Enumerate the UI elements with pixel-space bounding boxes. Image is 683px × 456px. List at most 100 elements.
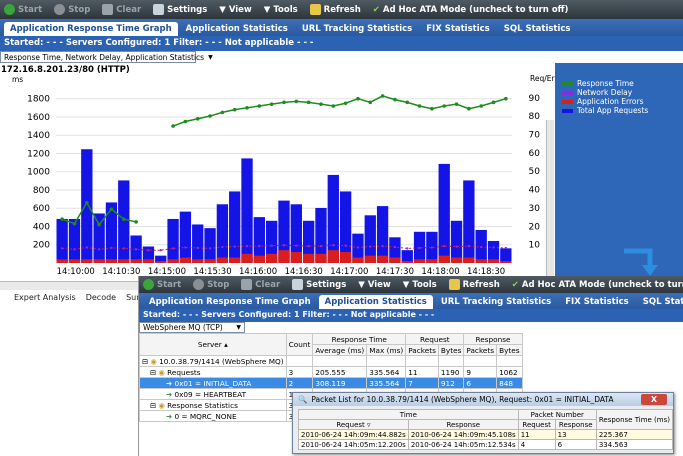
point-response-time <box>208 114 212 118</box>
left-axis-unit: ms <box>12 75 24 84</box>
toolbar-start-button[interactable]: Start <box>4 4 42 15</box>
collapse-icon[interactable]: ⊟ <box>150 401 156 410</box>
bar-total-app-requests <box>438 163 450 263</box>
tab-application-statistics[interactable]: Application Statistics <box>180 22 294 36</box>
protocol-select[interactable]: WebSphere MQ (TCP) ▼ <box>139 322 245 333</box>
point-network-delay <box>60 247 64 250</box>
col-rt-max[interactable]: Max (ms) <box>366 344 407 356</box>
point-network-delay <box>159 249 162 252</box>
main-tabbar: Application Response Time Graph Applicat… <box>0 19 683 36</box>
tab-response-time-graph[interactable]: Application Response Time Graph <box>143 295 317 309</box>
point-network-delay <box>319 244 323 248</box>
col-response-time[interactable]: Response Time (ms) <box>595 409 674 430</box>
col-resp-packets[interactable]: Packets <box>463 344 498 356</box>
tab-sql-statistics[interactable]: SQL Statistics <box>498 22 577 36</box>
col-time-response[interactable]: Response <box>407 419 519 430</box>
bar-application-errors <box>192 259 204 263</box>
point-network-delay <box>356 246 360 249</box>
col-count[interactable]: Count <box>285 333 314 356</box>
bar-application-errors <box>352 257 364 263</box>
point-response-time <box>245 106 249 110</box>
toolbar-tools-button[interactable]: ▼ Tools <box>403 280 437 290</box>
toolbar-refresh-button[interactable]: Refresh <box>309 4 361 15</box>
server-label: 172.16.8.201.23/80 (HTTP) <box>1 65 130 75</box>
tab-fix-statistics[interactable]: FIX Statistics <box>559 295 635 309</box>
toolbar-adhoc-checkbox[interactable]: ✔Ad Hoc ATA Mode (uncheck to turn off) <box>512 280 683 290</box>
toolbar-clear-button[interactable]: Clear <box>241 279 280 290</box>
bar-total-app-requests <box>376 206 389 263</box>
bar-application-errors <box>401 261 413 263</box>
point-network-delay <box>258 244 261 248</box>
tab-decode[interactable]: Decode <box>86 293 116 302</box>
point-response-time <box>380 94 385 98</box>
col-packet-request[interactable]: Request <box>517 419 556 430</box>
table-row[interactable]: 2010-06-24 14h:05m:12.200s 2010-06-24 14h… <box>298 439 674 450</box>
toolbar-stop-button[interactable]: Stop <box>193 279 229 290</box>
view-select[interactable]: Response Time, Network Delay, Applicatio… <box>0 51 213 63</box>
col-server[interactable]: Server ▴ <box>139 333 287 356</box>
col-req-bytes[interactable]: Bytes <box>437 344 465 356</box>
bar-application-errors <box>167 259 179 263</box>
point-network-delay <box>208 247 212 250</box>
chart-vertical-scrollbar[interactable] <box>546 120 554 280</box>
collapse-icon[interactable]: ⊟ <box>142 357 148 366</box>
toolbar-tools-button[interactable]: ▼ Tools <box>264 5 298 15</box>
toolbar-start-button[interactable]: Start <box>143 279 181 290</box>
col-request: Request <box>405 333 465 345</box>
tab-response-time-graph[interactable]: Application Response Time Graph <box>4 22 178 36</box>
tab-sql-statistics[interactable]: SQL Statistics <box>637 295 683 309</box>
bar-application-errors <box>339 251 352 263</box>
collapse-icon[interactable]: ⊟ <box>150 368 156 377</box>
point-response-time <box>479 104 483 108</box>
bar-total-app-requests <box>401 250 413 263</box>
toolbar-refresh-button[interactable]: Refresh <box>448 279 500 290</box>
point-response-time <box>491 100 496 105</box>
toolbar-view-button[interactable]: ▼ View <box>219 5 252 15</box>
col-resp-bytes[interactable]: Bytes <box>496 344 523 356</box>
col-rt-average[interactable]: Average (ms) <box>312 344 368 356</box>
packet-list-table: Time Packet Number Response Time (ms) Re… <box>298 409 674 450</box>
toolbar-settings-button[interactable]: Settings <box>153 4 207 15</box>
table-row[interactable]: ⊟ ◉ Requests 3 205.555 335.564 11 1190 9 1062 <box>139 366 523 378</box>
bar-total-app-requests <box>81 149 93 263</box>
bar-application-errors <box>376 255 389 263</box>
point-network-delay <box>332 244 335 247</box>
toolbar-settings-button[interactable]: Settings <box>292 279 346 290</box>
point-network-delay <box>171 247 175 250</box>
point-response-time <box>60 217 64 221</box>
point-response-time <box>220 110 225 115</box>
dialog-title: Packet List for 10.0.38.79/1414 (WebSphe… <box>311 395 614 404</box>
toolbar-view-button[interactable]: ▼ View <box>358 280 391 290</box>
col-time-request[interactable]: Request ▿ <box>298 419 409 430</box>
tab-url-tracking[interactable]: URL Tracking Statistics <box>296 22 418 36</box>
bar-application-errors <box>426 259 438 263</box>
point-response-time <box>405 100 410 105</box>
legend-swatch <box>562 81 573 86</box>
chart-legend: Response Time Network Delay Application … <box>555 63 683 281</box>
point-network-delay <box>455 245 458 248</box>
bar-application-errors <box>302 253 315 263</box>
tab-expert-analysis[interactable]: Expert Analysis <box>14 293 76 302</box>
point-response-time <box>504 96 508 101</box>
col-req-packets[interactable]: Packets <box>405 344 439 356</box>
arrow-right-icon: ➔ <box>166 389 173 399</box>
tab-fix-statistics[interactable]: FIX Statistics <box>420 22 496 36</box>
y-tick-label-right: 60 <box>529 149 541 159</box>
toolbar-stop-button[interactable]: Stop <box>54 4 90 15</box>
view-icon: ▼ <box>358 279 365 290</box>
toolbar-adhoc-checkbox[interactable]: ✔Ad Hoc ATA Mode (uncheck to turn off) <box>373 5 569 15</box>
point-response-time <box>294 99 299 104</box>
table-row[interactable]: ⊟ ◉ 10.0.38.79/1414 (WebSphere MQ) <box>139 355 523 367</box>
col-packet-response[interactable]: Response <box>554 419 597 430</box>
bar-application-errors <box>155 261 167 263</box>
point-response-time <box>467 106 471 111</box>
point-network-delay <box>184 246 187 249</box>
y-tick-label-right: 80 <box>529 112 541 122</box>
table-row[interactable]: 2010-06-24 14h:09m:44.882s 2010-06-24 14h… <box>298 429 674 440</box>
close-button[interactable]: X <box>641 394 667 405</box>
toolbar-clear-button[interactable]: Clear <box>102 4 141 15</box>
tab-url-tracking[interactable]: URL Tracking Statistics <box>435 295 557 309</box>
tab-application-statistics[interactable]: Application Statistics <box>318 295 433 309</box>
table-row-selected[interactable]: ➔ 0x01 = INITIAL_DATA 2 308.119 335.564 7 91… <box>139 377 523 389</box>
point-network-delay <box>393 245 397 249</box>
